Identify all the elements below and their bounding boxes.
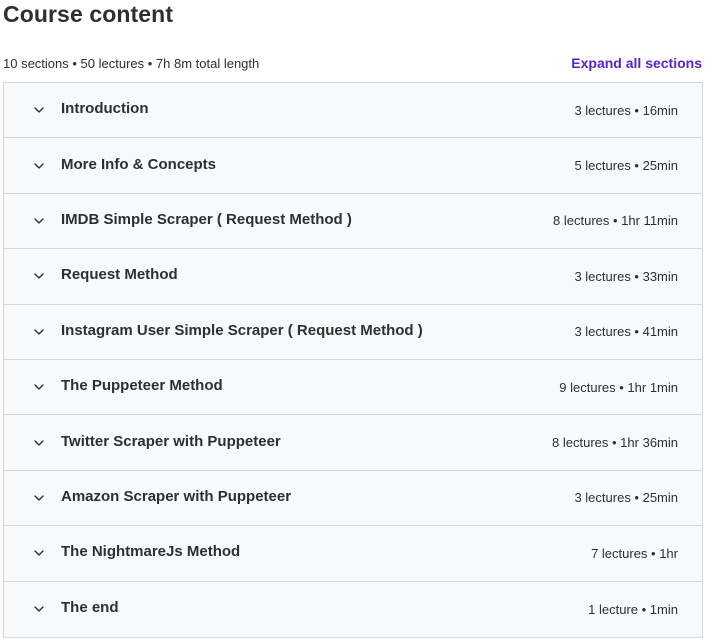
section-title: Introduction (61, 100, 149, 118)
chevron-down-icon (32, 103, 46, 117)
chevron-down-icon (32, 159, 46, 173)
section-meta: 9 lectures • 1hr 1min (559, 379, 678, 395)
sections-list: Introduction 3 lectures • 16min More Inf… (3, 82, 703, 638)
section-meta: 8 lectures • 1hr 11min (553, 213, 678, 229)
section-meta: 5 lectures • 25min (574, 158, 678, 174)
section-meta: 3 lectures • 41min (574, 324, 678, 340)
section-row[interactable]: IMDB Simple Scraper ( Request Method ) 8… (4, 193, 702, 250)
section-title: The Puppeteer Method (61, 377, 223, 395)
section-row[interactable]: Instagram User Simple Scraper ( Request … (4, 304, 702, 360)
section-meta: 3 lectures • 16min (574, 102, 678, 118)
section-title: IMDB Simple Scraper ( Request Method ) (61, 210, 352, 228)
chevron-down-icon (32, 325, 46, 339)
section-title: More Info & Concepts (61, 155, 217, 173)
page-title: Course content (3, 1, 174, 27)
chevron-down-icon (32, 214, 46, 228)
section-meta: 8 lectures • 1hr 36min (552, 435, 678, 451)
section-title: Twitter Scraper with Puppeteer (61, 432, 281, 450)
chevron-down-icon (32, 436, 46, 450)
chevron-down-icon (32, 491, 46, 505)
section-row[interactable]: Twitter Scraper with Puppeteer 8 lecture… (4, 415, 702, 471)
section-title: Amazon Scraper with Puppeteer (61, 487, 292, 505)
expand-all-sections-button[interactable]: Expand all sections (571, 55, 702, 71)
section-row[interactable]: More Info & Concepts 5 lectures • 25min (4, 138, 702, 194)
section-meta: 3 lectures • 25min (574, 490, 678, 506)
chevron-down-icon (32, 602, 46, 616)
section-row[interactable]: The Puppeteer Method 9 lectures • 1hr 1m… (4, 359, 702, 416)
section-meta: 3 lectures • 33min (574, 268, 678, 284)
course-summary: 10 sections • 50 lectures • 7h 8m total … (3, 55, 260, 71)
course-summary-row: 10 sections • 50 lectures • 7h 8m total … (3, 53, 702, 73)
chevron-down-icon (32, 269, 46, 283)
section-title: The end (61, 599, 119, 617)
section-row[interactable]: Introduction 3 lectures • 16min (4, 83, 702, 139)
section-row[interactable]: Request Method 3 lectures • 33min (4, 249, 702, 305)
chevron-down-icon (32, 380, 46, 394)
section-title: Request Method (61, 266, 178, 284)
section-meta: 7 lectures • 1hr (591, 545, 678, 561)
section-title: Instagram User Simple Scraper ( Request … (61, 321, 423, 339)
chevron-down-icon (32, 546, 46, 560)
section-meta: 1 lecture • 1min (588, 601, 678, 617)
section-row[interactable]: The NightmareJs Method 7 lectures • 1hr (4, 526, 702, 582)
section-title: The NightmareJs Method (61, 543, 241, 561)
section-row[interactable]: The end 1 lecture • 1min (4, 581, 702, 637)
section-row[interactable]: Amazon Scraper with Puppeteer 3 lectures… (4, 470, 702, 527)
